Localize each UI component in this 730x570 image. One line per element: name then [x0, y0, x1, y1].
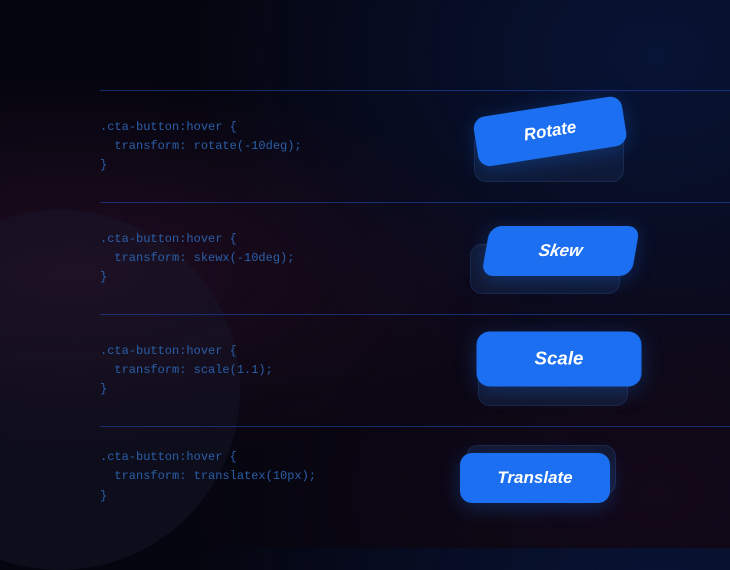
- code-selector: .cta-button:hover {: [100, 120, 237, 134]
- code-block-translate: .cta-button:hover { transform: translate…: [100, 448, 316, 506]
- code-close: }: [100, 270, 107, 284]
- cta-button-translate[interactable]: Translate: [460, 453, 610, 503]
- button-label: Skew: [537, 241, 584, 261]
- button-preview-translate: Translate: [470, 447, 650, 507]
- example-row-translate: .cta-button:hover { transform: translate…: [100, 426, 730, 507]
- code-selector: .cta-button:hover {: [100, 232, 237, 246]
- button-preview-scale: Scale: [470, 336, 650, 406]
- button-preview-skew: Skew: [470, 224, 650, 294]
- example-row-scale: .cta-button:hover { transform: scale(1.1…: [100, 314, 730, 426]
- button-label: Rotate: [522, 117, 577, 145]
- button-preview-rotate: Rotate: [470, 112, 650, 182]
- code-close: }: [100, 382, 107, 396]
- code-selector: .cta-button:hover {: [100, 450, 237, 464]
- code-declaration: transform: scale(1.1);: [100, 363, 273, 377]
- cta-button-skew[interactable]: Skew: [481, 226, 640, 276]
- code-declaration: transform: rotate(-10deg);: [100, 139, 302, 153]
- code-close: }: [100, 489, 107, 503]
- code-block-rotate: .cta-button:hover { transform: rotate(-1…: [100, 118, 302, 176]
- example-row-skew: .cta-button:hover { transform: skewx(-10…: [100, 202, 730, 314]
- code-declaration: transform: skewx(-10deg);: [100, 251, 294, 265]
- code-selector: .cta-button:hover {: [100, 344, 237, 358]
- code-declaration: transform: translatex(10px);: [100, 469, 316, 483]
- cta-button-scale[interactable]: Scale: [477, 331, 642, 386]
- transform-examples-list: .cta-button:hover { transform: rotate(-1…: [0, 0, 730, 507]
- code-block-scale: .cta-button:hover { transform: scale(1.1…: [100, 342, 273, 400]
- example-row-rotate: .cta-button:hover { transform: rotate(-1…: [100, 90, 730, 202]
- code-close: }: [100, 158, 107, 172]
- button-label: Translate: [497, 468, 572, 488]
- button-label: Scale: [535, 348, 584, 370]
- code-block-skew: .cta-button:hover { transform: skewx(-10…: [100, 230, 294, 288]
